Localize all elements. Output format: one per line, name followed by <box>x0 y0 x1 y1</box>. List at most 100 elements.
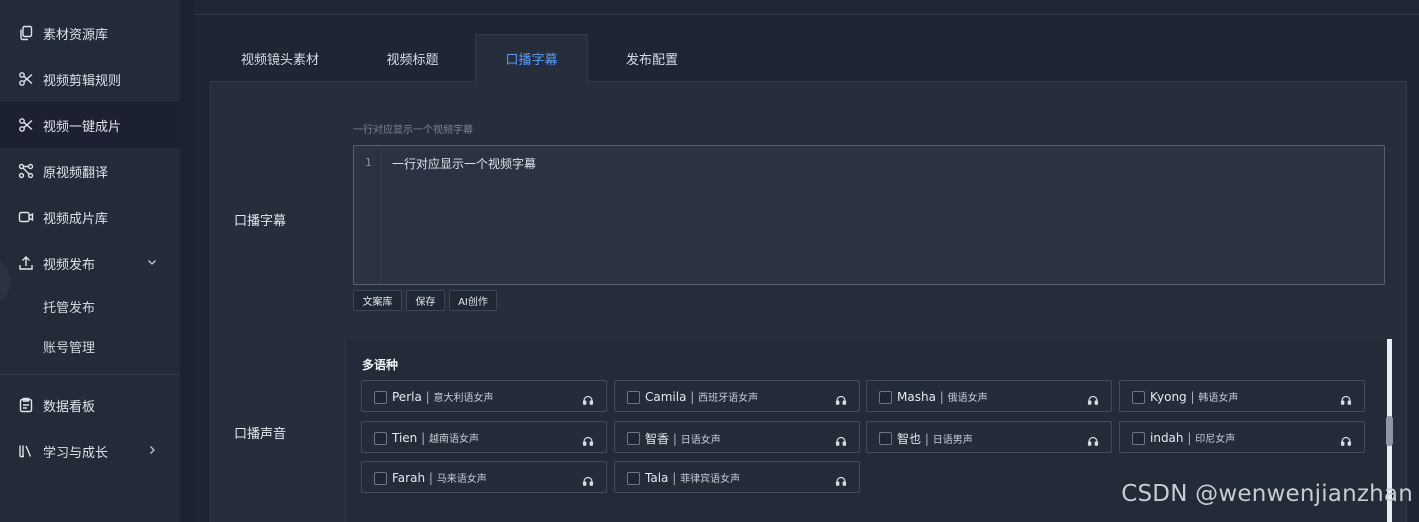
voice-label: 智也 | 日语男声 <box>897 430 973 447</box>
voice-separator: | <box>924 432 929 446</box>
voice-label: Perla | 意大利语女声 <box>392 389 494 404</box>
sidebar-item-edit-rules[interactable]: 视频剪辑规则 <box>0 56 180 102</box>
headphones-icon[interactable] <box>835 472 847 486</box>
voice-name: Camila <box>645 390 687 404</box>
voice-separator: | <box>672 432 677 446</box>
voice-checkbox[interactable] <box>1132 391 1145 404</box>
headphones-icon[interactable] <box>1087 391 1099 405</box>
voice-option[interactable]: Camila | 西班牙语女声 <box>614 380 860 412</box>
voice-name: Masha <box>897 390 936 404</box>
voice-option[interactable]: Kyong | 韩语女声 <box>1119 380 1365 412</box>
voice-checkbox[interactable] <box>879 391 892 404</box>
voice-name: Tala <box>645 471 669 485</box>
voice-separator: | <box>428 471 433 485</box>
headphones-icon[interactable] <box>582 432 594 446</box>
sidebar-subitem-account-management[interactable]: 账号管理 <box>0 326 180 366</box>
line-number: 1 <box>365 156 372 169</box>
sidebar-item-video-translate[interactable]: 原视频翻译 <box>0 148 180 194</box>
chevron-right-icon <box>150 446 155 454</box>
voice-option[interactable]: Perla | 意大利语女声 <box>361 380 607 412</box>
voice-separator: | <box>690 390 695 404</box>
headphones-icon[interactable] <box>582 391 594 405</box>
headphones-icon[interactable] <box>835 432 847 446</box>
sidebar-item-label: 数据看板 <box>43 399 96 415</box>
sidebar-subitem-label: 账号管理 <box>43 340 96 356</box>
sidebar-item-video-library[interactable]: 视频成片库 <box>0 194 180 240</box>
sidebar-item-label: 视频剪辑规则 <box>43 73 122 89</box>
voice-option[interactable]: Masha | 俄语女声 <box>866 380 1112 412</box>
tab-voiceover-subtitle[interactable]: 口播字幕 <box>475 34 588 82</box>
sidebar-item-label: 视频一键成片 <box>43 119 122 135</box>
tab-video-shot-material[interactable]: 视频镜头素材 <box>210 34 350 82</box>
voice-option[interactable]: Tien | 越南语女声 <box>361 421 607 453</box>
headphones-icon[interactable] <box>1087 432 1099 446</box>
voice-label: Kyong | 韩语女声 <box>1150 389 1238 404</box>
tab-publish-config[interactable]: 发布配置 <box>588 34 716 82</box>
voice-separator: | <box>421 431 426 445</box>
voice-field-label: 口播声音 <box>234 427 287 442</box>
editor-line-text[interactable]: 一行对应显示一个视频字幕 <box>392 155 536 172</box>
voice-option[interactable]: 智也 | 日语男声 <box>866 421 1112 453</box>
copy-library-button[interactable]: 文案库 <box>353 290 402 311</box>
voice-name: Tien <box>392 431 418 445</box>
voice-checkbox[interactable] <box>627 472 640 485</box>
voice-checkbox[interactable] <box>374 472 387 485</box>
voice-description: 日语男声 <box>932 435 973 446</box>
voice-checkbox[interactable] <box>1132 432 1145 445</box>
tab-label: 视频标题 <box>386 52 439 68</box>
tab-video-title[interactable]: 视频标题 <box>350 34 475 82</box>
voice-checkbox[interactable] <box>374 391 387 404</box>
headphones-icon[interactable] <box>835 391 847 405</box>
voice-option[interactable]: Tala | 菲律宾语女声 <box>614 461 860 493</box>
voice-separator: | <box>1190 390 1195 404</box>
sidebar-item-learning[interactable]: 学习与成长 <box>0 428 180 474</box>
voice-description: 韩语女声 <box>1198 393 1239 404</box>
nodes-icon <box>18 163 34 179</box>
voice-checkbox[interactable] <box>879 432 892 445</box>
ai-create-button[interactable]: AI创作 <box>449 290 497 311</box>
voice-checkbox[interactable] <box>374 432 387 445</box>
voice-description: 日语女声 <box>680 435 721 446</box>
voice-option[interactable]: 智香 | 日语女声 <box>614 421 860 453</box>
voice-option[interactable]: indah | 印尼女声 <box>1119 421 1365 453</box>
sidebar-item-one-click-video[interactable]: 视频一键成片 <box>0 102 180 148</box>
sidebar-item-label: 视频发布 <box>43 257 96 273</box>
scissors-icon <box>18 71 34 87</box>
top-bar <box>194 0 1419 15</box>
voice-group-title: 多语种 <box>362 358 399 372</box>
voice-description: 菲律宾语女声 <box>680 474 741 485</box>
voice-option[interactable]: Farah | 马来语女声 <box>361 461 607 493</box>
chevron-down-icon <box>148 260 156 265</box>
headphones-icon[interactable] <box>1340 432 1352 446</box>
subtitle-editor[interactable]: 1 一行对应显示一个视频字幕 <box>353 145 1385 285</box>
voice-separator: | <box>1187 431 1192 445</box>
voice-name: indah <box>1150 431 1184 445</box>
voice-label: Camila | 西班牙语女声 <box>645 389 758 404</box>
voice-description: 马来语女声 <box>436 474 487 485</box>
voice-description: 印尼女声 <box>1195 434 1236 445</box>
sidebar-item-video-publish[interactable]: 视频发布 <box>0 240 180 286</box>
clipboard-icon <box>18 397 34 413</box>
voice-name: Farah <box>392 471 426 485</box>
save-button[interactable]: 保存 <box>406 290 445 311</box>
voice-description: 俄语女声 <box>947 393 988 404</box>
sidebar-divider <box>0 374 180 375</box>
voice-separator: | <box>939 390 944 404</box>
sidebar-item-dashboard[interactable]: 数据看板 <box>0 382 180 428</box>
headphones-icon[interactable] <box>1340 391 1352 405</box>
subtitle-hint: 一行对应显示一个视频字幕 <box>353 125 473 136</box>
voice-checkbox[interactable] <box>627 391 640 404</box>
voice-checkbox[interactable] <box>627 432 640 445</box>
headphones-icon[interactable] <box>582 472 594 486</box>
scrollbar-thumb[interactable] <box>1386 416 1393 446</box>
voice-description: 越南语女声 <box>429 434 479 445</box>
voice-description: 意大利语女声 <box>433 393 494 404</box>
sidebar-item-label: 素材资源库 <box>43 27 109 43</box>
sidebar-item-material-library[interactable]: 素材资源库 <box>0 10 180 56</box>
copy-icon <box>18 25 34 41</box>
tab-label: 视频镜头素材 <box>240 52 319 68</box>
video-camera-icon <box>18 209 34 225</box>
sidebar-subitem-managed-publish[interactable]: 托管发布 <box>0 286 180 326</box>
voice-label: 智香 | 日语女声 <box>645 430 721 447</box>
sidebar-divider-strip <box>180 0 194 522</box>
